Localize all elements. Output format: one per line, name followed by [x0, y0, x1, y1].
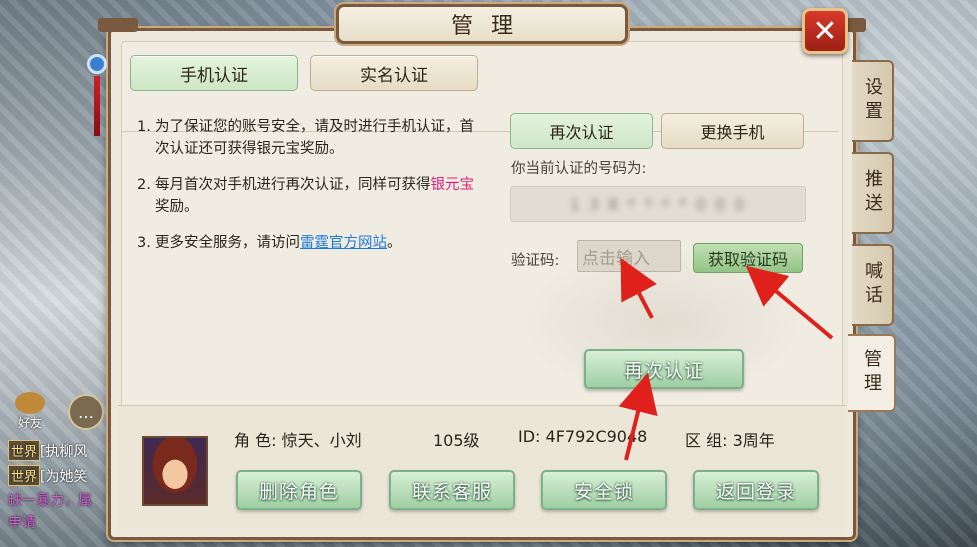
contact-support-button[interactable]: 联系客服 [389, 470, 515, 510]
page-title: 管理 [450, 14, 531, 39]
handshake-icon [15, 392, 45, 414]
silver-ingot-highlight: 银元宝 [430, 177, 475, 193]
verification-code-input[interactable]: 点击输入 [577, 240, 681, 272]
change-phone-button[interactable]: 更换手机 [661, 113, 804, 149]
chat-channel-tag: 世界 [8, 440, 41, 461]
chat-text: [执柳风 [40, 444, 88, 460]
chat-line[interactable]: 世界 [执柳风 [8, 440, 87, 461]
tab-realname-verify[interactable]: 实名认证 [310, 55, 478, 91]
system-notice: 申请 [8, 515, 36, 531]
reverify-tab[interactable]: 再次认证 [510, 113, 653, 149]
instruction-item: 2. 每月首次对手机进行再次认证，同样可获得银元宝奖励。 [137, 177, 475, 215]
system-notice: 缺一暴力，属 [8, 493, 92, 509]
instructions: 1. 为了保证您的账号安全，请及时进行手机认证，首次认证还可获得银元宝奖励。 2… [137, 116, 477, 268]
security-lock-button[interactable]: 安全锁 [541, 470, 667, 510]
tab-phone-verify[interactable]: 手机认证 [130, 55, 298, 91]
side-tab-push[interactable]: 推送 [852, 152, 894, 234]
tab-label: 实名认证 [360, 65, 428, 86]
submit-reverify-button[interactable]: 再次认证 [584, 349, 744, 389]
role-info: 角 色: 惊天、小刘 [234, 431, 362, 450]
tab-label: 手机认证 [180, 65, 248, 86]
instruction-item: 3. 更多安全服务，请访问雷霆官方网站。 [137, 235, 402, 251]
corner-ornament-icon [98, 18, 138, 32]
title-plaque: 管理 [336, 4, 628, 44]
delete-character-button[interactable]: 删除角色 [236, 470, 362, 510]
close-icon: ✕ [812, 13, 838, 49]
friends-label: 好友 [17, 416, 42, 430]
character-avatar [142, 436, 208, 506]
side-tab-settings[interactable]: 设置 [852, 60, 894, 142]
character-info-panel [118, 405, 846, 531]
current-number-label: 你当前认证的号码为: [511, 161, 647, 177]
official-site-link[interactable]: 雷霆官方网站 [300, 235, 387, 251]
chat-line[interactable]: 世界 [为她笑 [8, 465, 87, 486]
side-tab-shout[interactable]: 喊话 [852, 244, 894, 326]
zone-info: 区 组: 3周年 [685, 431, 775, 450]
close-button[interactable]: ✕ [802, 8, 848, 54]
back-to-login-button[interactable]: 返回登录 [693, 470, 819, 510]
charm-ornament-icon [86, 40, 108, 140]
chat-channel-tag: 世界 [8, 465, 41, 486]
masked-phone-number: 1 3 8 * * * * 0 0 0 [569, 194, 747, 214]
id-info: ID: 4F792C9048 [518, 427, 648, 446]
instruction-item: 1. 为了保证您的账号安全，请及时进行手机认证，首次认证还可获得银元宝奖励。 [137, 119, 474, 157]
level-info: 105级 [433, 431, 480, 450]
friends-button[interactable]: 好友 [8, 392, 52, 432]
side-tab-manage[interactable]: 管理 [848, 334, 896, 412]
current-number-field: 1 3 8 * * * * 0 0 0 [510, 186, 806, 222]
chat-text: [为她笑 [40, 469, 88, 485]
chat-bubble-icon[interactable]: … [68, 394, 104, 430]
verification-code-label: 验证码: [511, 253, 560, 269]
get-code-button[interactable]: 获取验证码 [693, 243, 803, 273]
